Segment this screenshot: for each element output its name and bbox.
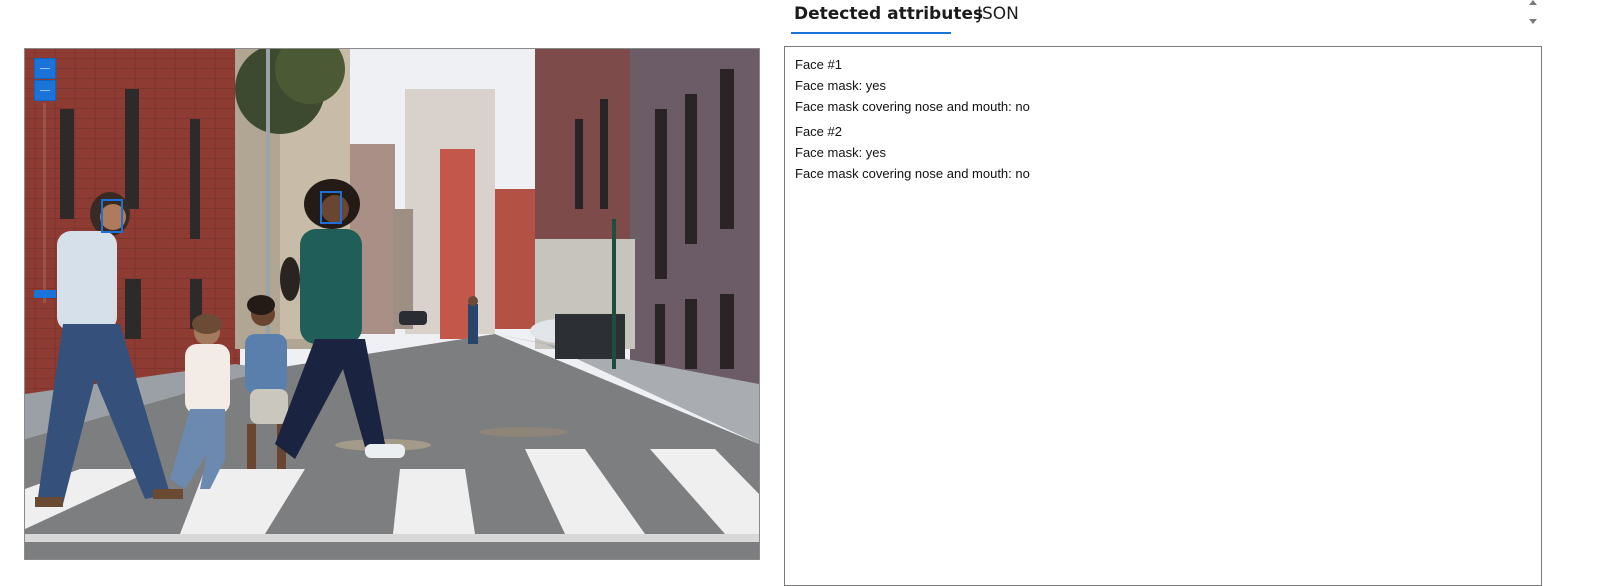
active-tab-indicator [791,32,951,34]
zoom-out-button[interactable] [34,80,56,101]
face-heading: Face #2 [795,124,842,139]
face-box-1[interactable] [101,199,123,233]
face-mask-value: Face mask: yes [795,145,887,160]
tab-json[interactable]: JSON [977,4,1019,24]
zoom-out-icon [40,90,50,91]
face-heading: Face #1 [795,57,842,72]
zoom-in-icon [40,68,50,69]
face-mask-value: Face mask: yes [795,78,887,93]
face-result-2: Face #2 Face mask: yes Face mask coverin… [795,121,1531,184]
scroll-down-icon[interactable] [1529,19,1537,24]
face-result-1: Face #1 Face mask: yes Face mask coverin… [795,54,1531,117]
zoom-slider-thumb[interactable] [34,290,56,298]
zoom-slider-track[interactable] [43,103,46,303]
face-mask-cover-value: Face mask covering nose and mouth: no [795,99,1030,114]
tab-detected-attributes[interactable]: Detected attributes [794,4,983,24]
street-photo [25,49,759,559]
face-mask-cover-value: Face mask covering nose and mouth: no [795,166,1030,181]
face-box-2[interactable] [320,191,342,224]
zoom-in-button[interactable] [34,58,56,79]
detected-attributes-panel: Face #1 Face mask: yes Face mask coverin… [784,46,1542,586]
scroll-up-icon[interactable] [1529,0,1537,5]
image-viewer[interactable] [24,48,760,560]
